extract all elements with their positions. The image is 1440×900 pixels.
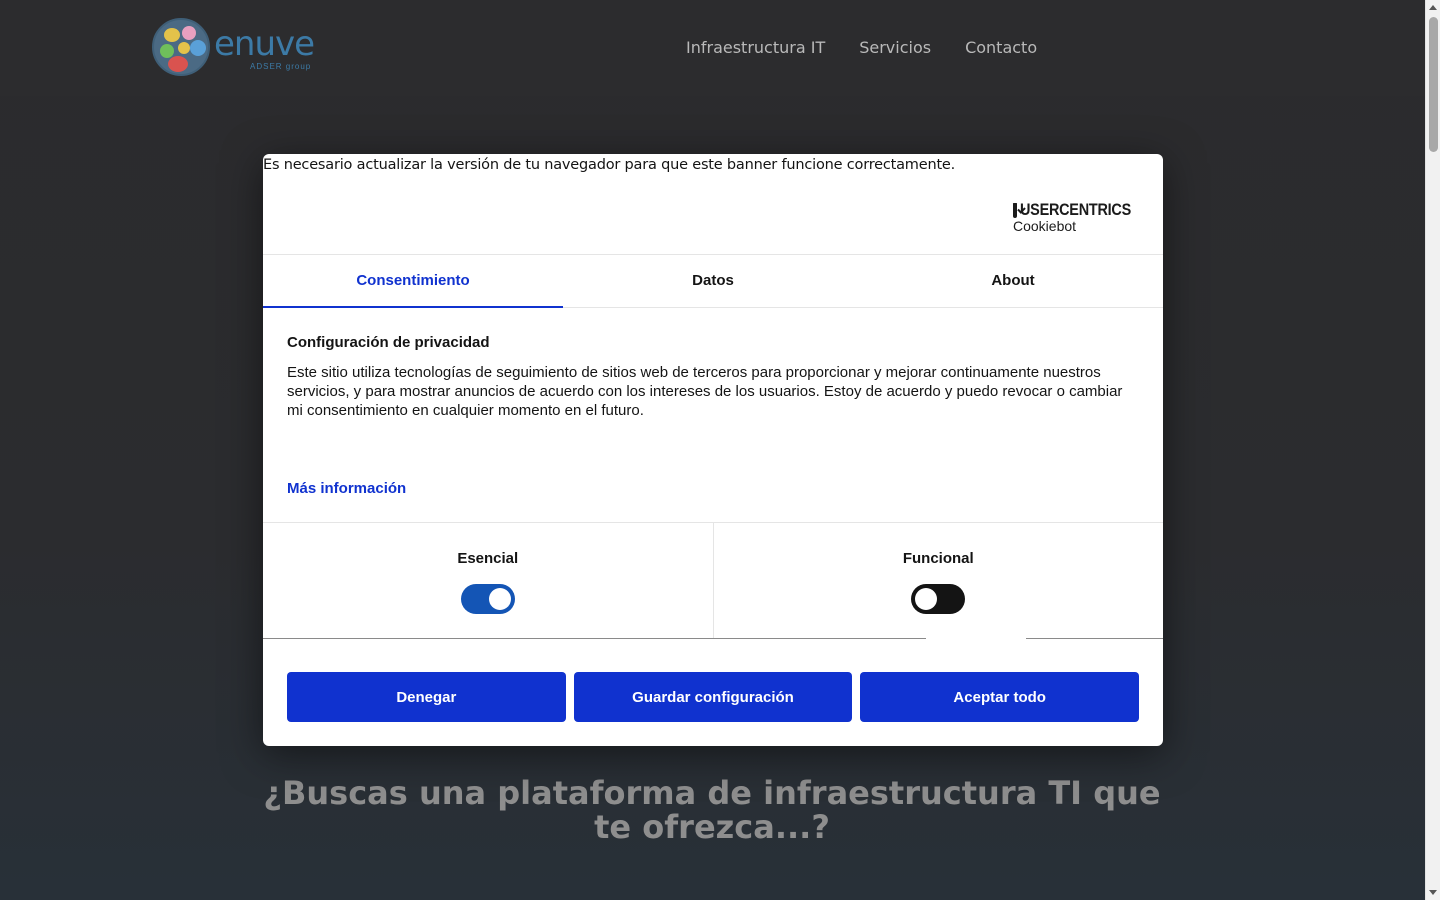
nav-item-servicios[interactable]: Servicios: [859, 38, 931, 57]
page-scrollbar[interactable]: [1425, 0, 1440, 900]
divider-gap: [926, 638, 1026, 641]
tab-consentimiento[interactable]: Consentimiento: [263, 255, 563, 308]
cookiebot-brand[interactable]: USERCENTRICS Cookiebot: [1013, 200, 1131, 234]
toggle-esencial-switch[interactable]: [460, 584, 515, 614]
switch-knob: [915, 588, 938, 610]
shield-check-icon: [1013, 202, 1017, 218]
scroll-down-icon[interactable]: [1429, 890, 1437, 895]
site-header: enuve ADSER group Infraestructura IT Ser…: [0, 0, 1425, 96]
toggle-funcional-label: Funcional: [902, 550, 974, 567]
browser-update-note: Es necesario actualizar la versión de tu…: [263, 157, 956, 173]
deny-button[interactable]: Denegar: [287, 672, 566, 722]
accept-all-button[interactable]: Aceptar todo: [860, 672, 1140, 722]
nav-item-infraestructura[interactable]: Infraestructura IT: [686, 38, 825, 57]
logo-wordmark: enuve: [214, 24, 315, 64]
logo-subtitle: ADSER group: [250, 62, 312, 71]
scroll-up-icon[interactable]: [1429, 5, 1437, 10]
nav-item-contacto[interactable]: Contacto: [965, 38, 1037, 57]
enuve-logo[interactable]: enuve ADSER group: [152, 18, 315, 78]
tab-about[interactable]: About: [863, 255, 1163, 307]
consent-buttons: Denegar Guardar configuración Aceptar to…: [287, 672, 1140, 722]
brand-sub: Cookiebot: [1013, 218, 1077, 234]
hero-heading: ¿Buscas una plataforma de infraestructur…: [263, 774, 1161, 846]
main-nav: Infraestructura IT Servicios Contacto: [686, 38, 1037, 57]
toggle-funcional-switch[interactable]: [911, 584, 966, 614]
cookie-consent-dialog: Es necesario actualizar la versión de tu…: [263, 154, 1163, 746]
logo-circle-icon: [152, 18, 210, 76]
tab-datos[interactable]: Datos: [563, 255, 863, 307]
toggle-esencial-group: Esencial: [263, 523, 713, 638]
consent-toggles: Esencial Funcional: [263, 522, 1163, 639]
save-settings-button[interactable]: Guardar configuración: [573, 672, 853, 722]
privacy-body: Este sitio utiliza tecnologías de seguim…: [287, 364, 1123, 419]
more-info-link[interactable]: Más información: [287, 480, 406, 497]
brand-name: USERCENTRICS: [1020, 200, 1131, 219]
consent-tabs: Consentimiento Datos About: [263, 254, 1163, 308]
privacy-title: Configuración de privacidad: [287, 334, 490, 351]
switch-knob: [488, 588, 511, 610]
toggle-esencial-label: Esencial: [457, 550, 519, 567]
toggle-funcional-group: Funcional: [712, 523, 1164, 638]
consent-content: Configuración de privacidad Este sitio u…: [287, 334, 1139, 420]
scroll-thumb[interactable]: [1429, 17, 1438, 152]
